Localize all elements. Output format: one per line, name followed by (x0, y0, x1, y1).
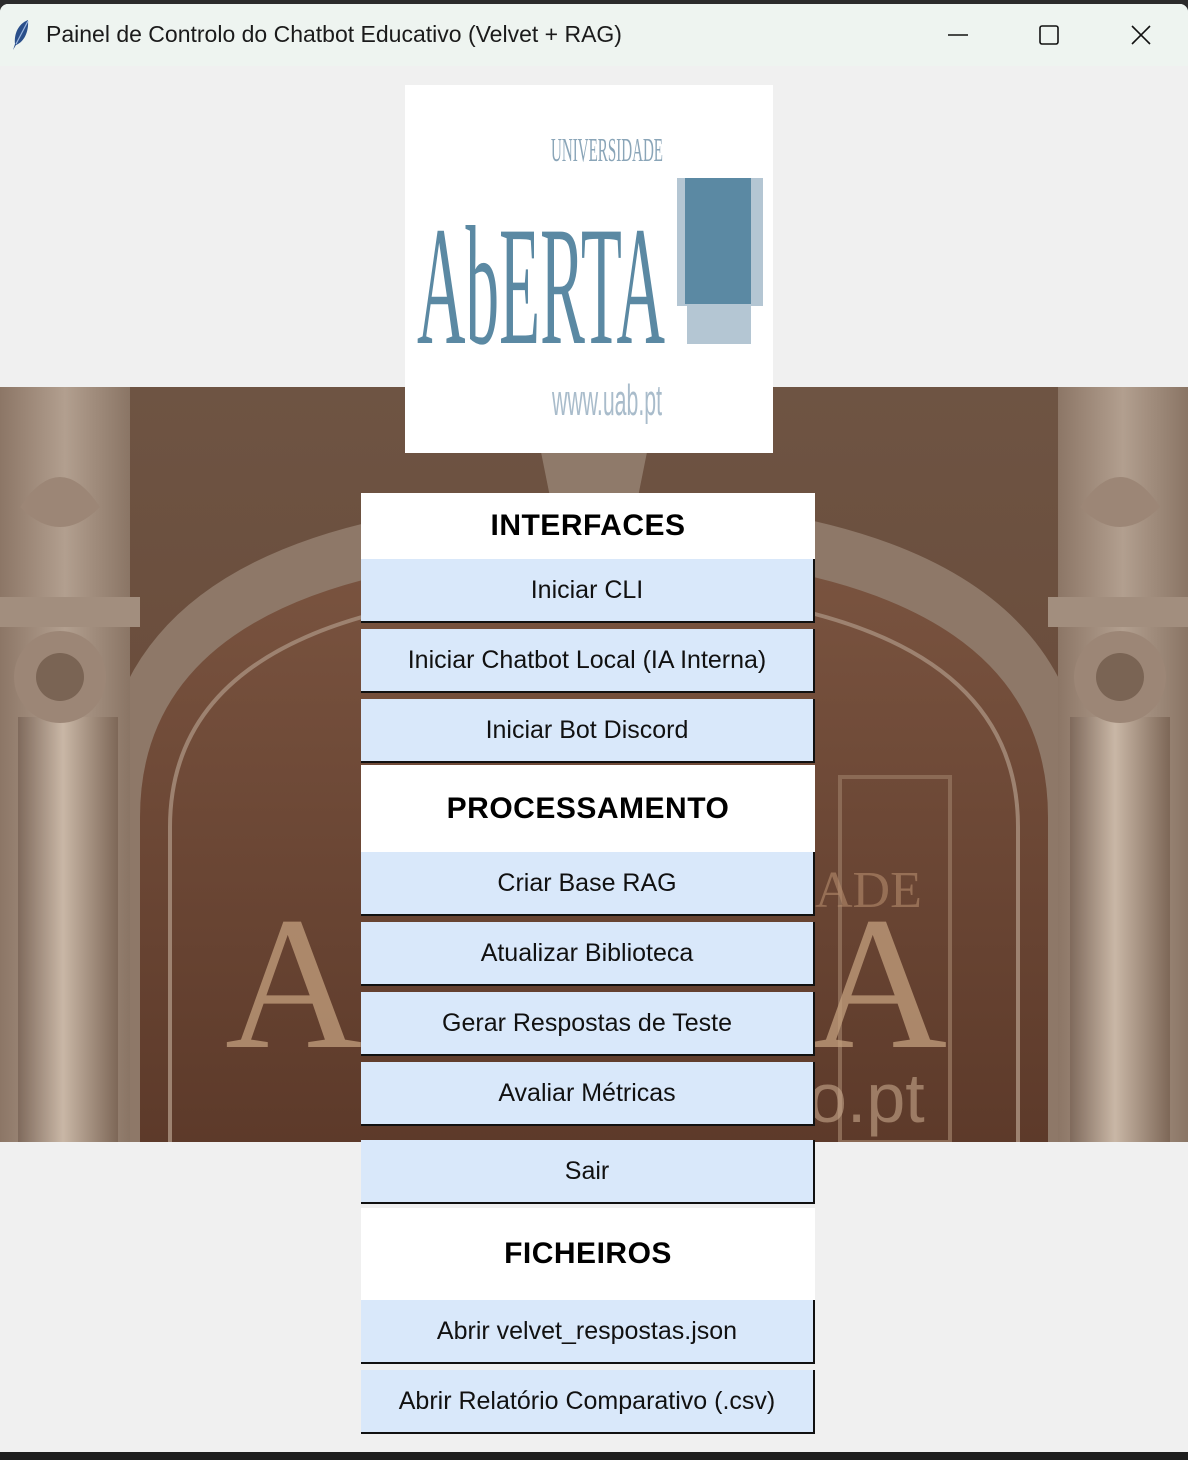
open-comparative-report-button[interactable]: Abrir Relatório Comparativo (.csv) (361, 1370, 815, 1434)
interfaces-heading: INTERFACES (361, 493, 815, 559)
open-responses-json-button[interactable]: Abrir velvet_respostas.json (361, 1300, 815, 1364)
exit-button[interactable]: Sair (361, 1140, 815, 1204)
svg-text:A: A (225, 879, 362, 1089)
logo-graphic: UNIVERSIDADE AbERTA www.uab.pt (417, 132, 763, 425)
create-rag-base-button[interactable]: Criar Base RAG (361, 852, 815, 916)
evaluate-metrics-button[interactable]: Avaliar Métricas (361, 1062, 815, 1126)
title-bar[interactable]: Painel de Controlo do Chatbot Educativo … (0, 4, 1188, 66)
svg-text:AbERTA: AbERTA (417, 192, 665, 380)
start-discord-bot-button[interactable]: Iniciar Bot Discord (361, 699, 815, 763)
minimize-icon (948, 34, 968, 36)
window-title: Painel de Controlo do Chatbot Educativo … (46, 21, 622, 47)
svg-text:www.uab.pt: www.uab.pt (552, 376, 662, 425)
svg-text:UNIVERSIDADE: UNIVERSIDADE (551, 132, 663, 169)
svg-text:o.pt: o.pt (808, 1059, 925, 1137)
ficheiros-heading: FICHEIROS (361, 1208, 815, 1300)
main-panel: A A ADE o.pt UNIVERSIDADE AbERTA www.uab… (0, 66, 1188, 1456)
maximize-icon (1039, 25, 1059, 45)
maximize-button[interactable] (1004, 4, 1094, 66)
taskbar-edge (0, 1452, 1188, 1460)
update-library-button[interactable]: Atualizar Biblioteca (361, 922, 815, 986)
generate-test-answers-button[interactable]: Gerar Respostas de Teste (361, 992, 815, 1056)
start-local-chatbot-button[interactable]: Iniciar Chatbot Local (IA Interna) (361, 629, 815, 693)
start-cli-button[interactable]: Iniciar CLI (361, 559, 815, 623)
svg-text:ADE: ADE (815, 862, 922, 919)
close-icon (1131, 25, 1151, 45)
feather-icon (13, 20, 29, 50)
app-window: Painel de Controlo do Chatbot Educativo … (0, 4, 1188, 1456)
close-button[interactable] (1096, 4, 1186, 66)
processamento-heading: PROCESSAMENTO (361, 765, 815, 852)
university-logo: UNIVERSIDADE AbERTA www.uab.pt (405, 85, 773, 453)
minimize-button[interactable] (913, 4, 1003, 66)
